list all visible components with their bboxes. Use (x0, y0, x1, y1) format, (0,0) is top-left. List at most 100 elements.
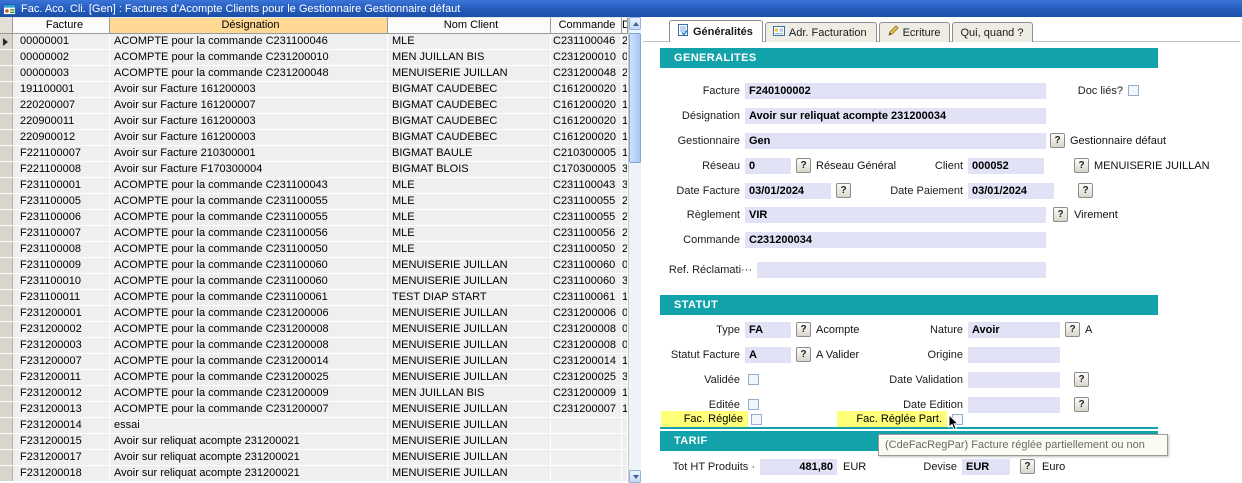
ref-reclamation-field[interactable] (757, 262, 1046, 278)
row-selector[interactable] (0, 98, 13, 113)
reseau-field[interactable]: 0 (745, 158, 791, 174)
row-selector[interactable] (0, 130, 13, 145)
statut-facture-field[interactable]: A (745, 347, 791, 363)
fac-reglee-part-label[interactable]: Fac. Réglée Part. (837, 411, 947, 427)
facture-field[interactable]: F240100002 (745, 83, 1046, 99)
table-row[interactable]: F231200013ACOMPTE pour la commande C2312… (0, 402, 628, 418)
client-help-button[interactable]: ? (1074, 158, 1089, 173)
row-selector[interactable] (0, 290, 13, 305)
table-row[interactable]: 220900011Avoir sur Facture 161200003BIGM… (0, 114, 628, 130)
table-row[interactable]: F221100008Avoir sur Facture F170300004BI… (0, 162, 628, 178)
validee-checkbox[interactable] (748, 374, 759, 385)
table-row[interactable]: F231100001ACOMPTE pour la commande C2311… (0, 178, 628, 194)
reseau-help-button[interactable]: ? (796, 158, 811, 173)
column-header-facture[interactable]: Facture (13, 17, 110, 34)
vertical-scrollbar[interactable] (628, 17, 641, 483)
row-selector[interactable] (0, 466, 13, 481)
table-row[interactable]: F231100007ACOMPTE pour la commande C2311… (0, 226, 628, 242)
row-selector[interactable] (0, 450, 13, 465)
select-all-corner[interactable] (0, 17, 13, 34)
table-row[interactable]: F231100010ACOMPTE pour la commande C2311… (0, 274, 628, 290)
tab-ecriture[interactable]: Ecriture (879, 22, 951, 42)
row-selector[interactable] (0, 82, 13, 97)
table-row[interactable]: F221100007Avoir sur Facture 210300001BIG… (0, 146, 628, 162)
row-selector[interactable] (0, 418, 13, 433)
client-field[interactable]: 000052 (968, 158, 1044, 174)
table-row[interactable]: F231200001ACOMPTE pour la commande C2312… (0, 306, 628, 322)
column-header-commande[interactable]: Commande (551, 17, 622, 34)
gestionnaire-help-button[interactable]: ? (1050, 133, 1065, 148)
fac-reglee-label[interactable]: Fac. Réglée (661, 411, 748, 427)
tot-ht-field[interactable]: 481,80 (760, 459, 837, 475)
table-row[interactable]: 220900012Avoir sur Facture 161200003BIGM… (0, 130, 628, 146)
scrollbar-thumb[interactable] (629, 33, 641, 163)
date-facture-field[interactable]: 03/01/2024 (745, 183, 831, 199)
table-row[interactable]: 220200007Avoir sur Facture 161200007BIGM… (0, 98, 628, 114)
table-row[interactable]: 00000002ACOMPTE pour la commande C231200… (0, 50, 628, 66)
row-selector[interactable] (0, 226, 13, 241)
row-selector[interactable] (0, 242, 13, 257)
type-field[interactable]: FA (745, 322, 791, 338)
row-selector[interactable] (0, 274, 13, 289)
scroll-up-button[interactable] (629, 17, 641, 30)
table-row[interactable]: F231200007ACOMPTE pour la commande C2312… (0, 354, 628, 370)
table-row[interactable]: F231200002ACOMPTE pour la commande C2312… (0, 322, 628, 338)
date-validation-field[interactable] (968, 372, 1060, 388)
date-paiement-help-button[interactable]: ? (1078, 183, 1093, 198)
table-row[interactable]: F231200003ACOMPTE pour la commande C2312… (0, 338, 628, 354)
table-row[interactable]: F231100006ACOMPTE pour la commande C2311… (0, 210, 628, 226)
reglement-help-button[interactable]: ? (1053, 207, 1068, 222)
row-selector[interactable] (0, 114, 13, 129)
table-row[interactable]: F231100005ACOMPTE pour la commande C2311… (0, 194, 628, 210)
designation-field[interactable]: Avoir sur reliquat acompte 231200034 (745, 108, 1046, 124)
row-selector[interactable] (0, 402, 13, 417)
tab-qui-quand[interactable]: Qui, quand ? (952, 22, 1033, 42)
column-header-nom-client[interactable]: Nom Client (388, 17, 551, 34)
fac-reglee-checkbox[interactable] (751, 414, 762, 425)
nature-help-button[interactable]: ? (1065, 322, 1080, 337)
table-row[interactable]: F231200014essaiMENUISERIE JUILLAN (0, 418, 628, 434)
table-row[interactable]: F231100011ACOMPTE pour la commande C2311… (0, 290, 628, 306)
origine-field[interactable] (968, 347, 1060, 363)
scroll-down-button[interactable] (629, 470, 641, 483)
commande-field[interactable]: C231200034 (745, 232, 1046, 248)
row-selector[interactable] (0, 370, 13, 385)
row-selector[interactable] (0, 258, 13, 273)
editee-checkbox[interactable] (748, 399, 759, 410)
row-selector[interactable] (0, 210, 13, 225)
date-edition-help-button[interactable]: ? (1074, 397, 1089, 412)
column-header-designation[interactable]: Désignation (110, 17, 388, 34)
table-row[interactable]: F231200012ACOMPTE pour la commande C2312… (0, 386, 628, 402)
gestionnaire-field[interactable]: Gen (745, 133, 1046, 149)
row-selector[interactable] (0, 322, 13, 337)
doc-lies-checkbox[interactable] (1128, 85, 1139, 96)
row-selector[interactable] (0, 354, 13, 369)
table-row[interactable]: F231200017Avoir sur reliquat acompte 231… (0, 450, 628, 466)
row-selector[interactable] (0, 66, 13, 81)
table-row[interactable]: 00000003ACOMPTE pour la commande C231200… (0, 66, 628, 82)
row-selector[interactable] (0, 386, 13, 401)
statut-facture-help-button[interactable]: ? (796, 347, 811, 362)
row-selector[interactable] (0, 194, 13, 209)
date-paiement-field[interactable]: 03/01/2024 (968, 183, 1054, 199)
table-row[interactable]: F231200018Avoir sur reliquat acompte 231… (0, 466, 628, 482)
tab-adr-facturation[interactable]: Adr. Facturation (765, 22, 877, 42)
row-selector[interactable] (0, 146, 13, 161)
table-row[interactable]: 191100001Avoir sur Facture 161200003BIGM… (0, 82, 628, 98)
date-edition-field[interactable] (968, 397, 1060, 413)
row-selector[interactable] (0, 162, 13, 177)
tab-generalites[interactable]: Généralités (669, 20, 763, 42)
table-row[interactable]: 00000001ACOMPTE pour la commande C231100… (0, 34, 628, 50)
row-selector[interactable] (0, 306, 13, 321)
row-selector[interactable] (0, 178, 13, 193)
nature-field[interactable]: Avoir (968, 322, 1060, 338)
table-row[interactable]: F231100009ACOMPTE pour la commande C2311… (0, 258, 628, 274)
row-selector[interactable] (0, 34, 13, 49)
type-help-button[interactable]: ? (796, 322, 811, 337)
row-selector[interactable] (0, 50, 13, 65)
table-row[interactable]: F231200011ACOMPTE pour la commande C2312… (0, 370, 628, 386)
table-row[interactable]: F231100008ACOMPTE pour la commande C2311… (0, 242, 628, 258)
devise-help-button[interactable]: ? (1020, 459, 1035, 474)
table-row[interactable]: F231200015Avoir sur reliquat acompte 231… (0, 434, 628, 450)
reglement-field[interactable]: VIR (745, 207, 1046, 223)
